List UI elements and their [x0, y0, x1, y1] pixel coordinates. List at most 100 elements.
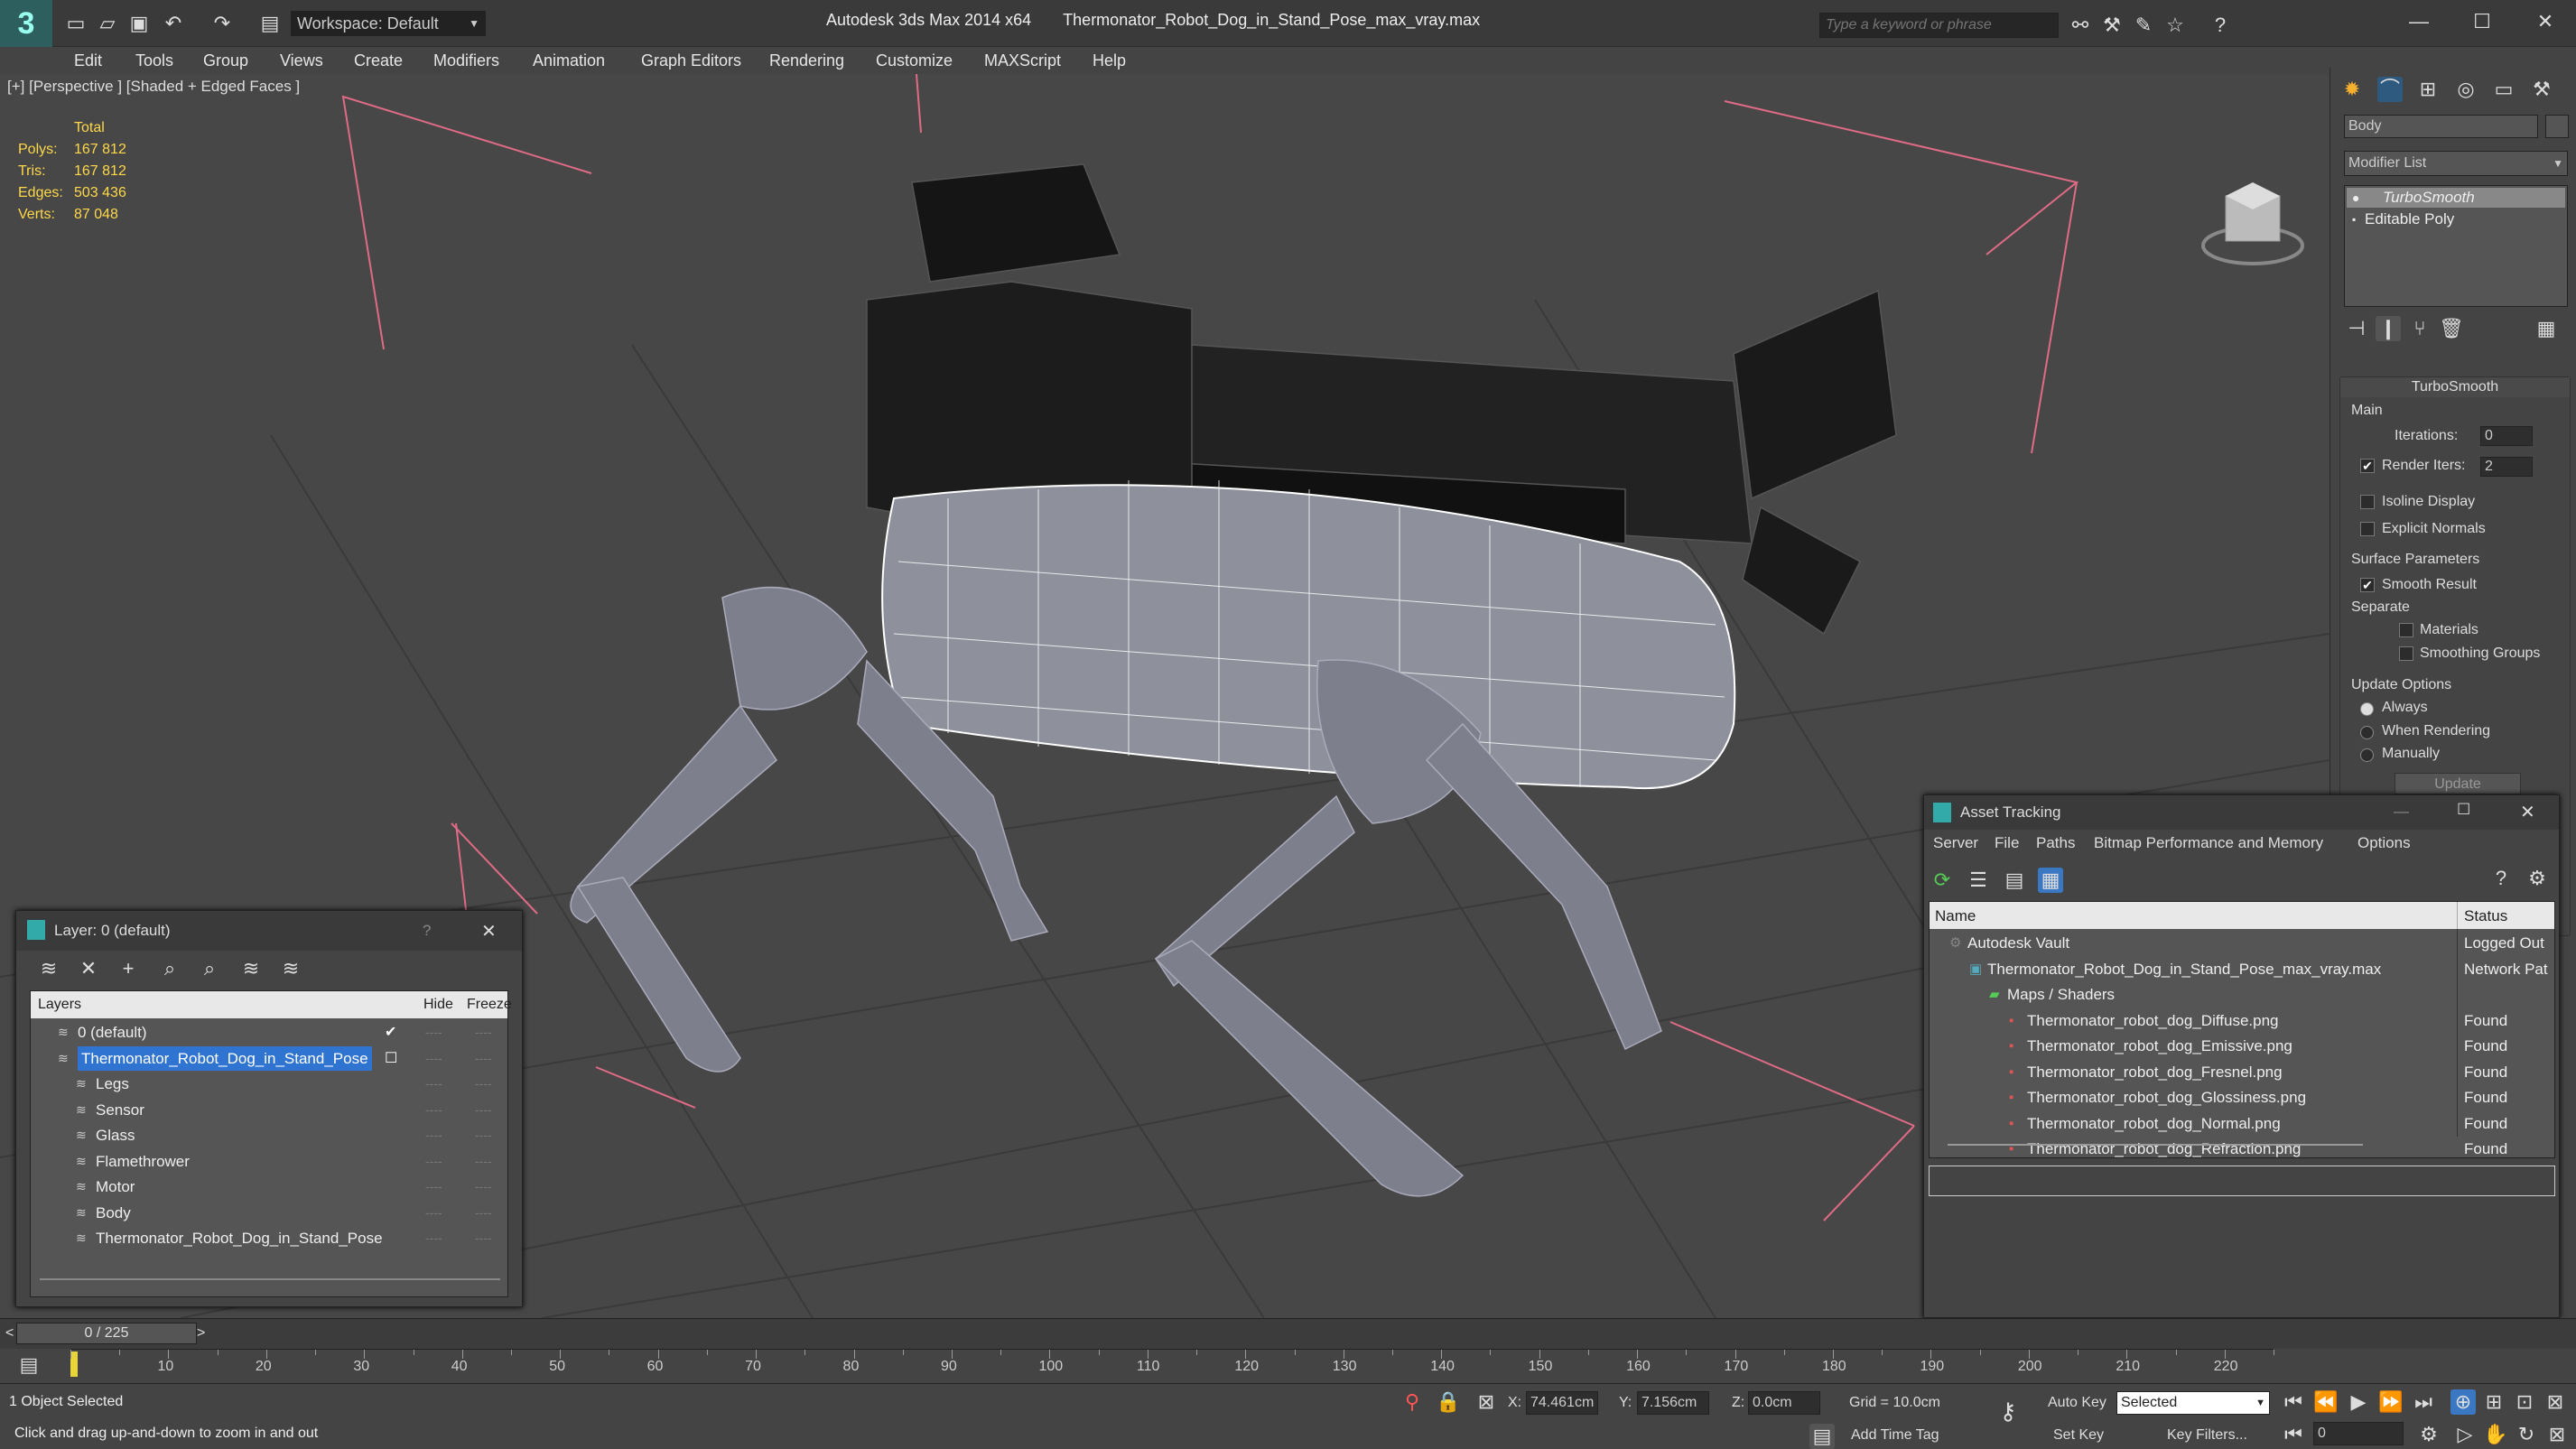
- hide-toggle[interactable]: ----: [425, 1072, 442, 1096]
- add-to-layer-icon[interactable]: +: [116, 956, 141, 981]
- col-name[interactable]: Name: [1935, 907, 1976, 925]
- minimize-icon[interactable]: —: [2394, 803, 2409, 821]
- time-slider-prev[interactable]: <: [5, 1325, 14, 1342]
- menu-help[interactable]: Help: [1093, 47, 1126, 74]
- favorites-star-icon[interactable]: ☆: [2162, 13, 2188, 38]
- play-icon[interactable]: ▶: [2346, 1389, 2371, 1415]
- display-tab-icon[interactable]: ▭: [2491, 77, 2516, 102]
- track-bar[interactable]: ▤ 10 20 30 40 50 60 70 80 90 100 110 120 130 140 150 16…: [0, 1349, 2576, 1383]
- close-icon[interactable]: ✕: [481, 920, 497, 943]
- layer-row[interactable]: ≋ Legs ---- ----: [33, 1072, 506, 1096]
- modifier-list-dropdown[interactable]: Modifier List ▼: [2344, 151, 2568, 176]
- minimize-icon[interactable]: —: [2406, 9, 2432, 34]
- current-frame-field[interactable]: 0: [2313, 1422, 2404, 1445]
- layer-row[interactable]: ≋ Glass ---- ----: [33, 1123, 506, 1147]
- menu-modifiers[interactable]: Modifiers: [433, 47, 499, 74]
- field-of-view-icon[interactable]: ▷: [2452, 1422, 2478, 1447]
- stack-item-editable-poly[interactable]: ▪ Editable Poly: [2347, 209, 2565, 229]
- horizontal-scrollbar[interactable]: [40, 1278, 500, 1291]
- freeze-toggle[interactable]: ----: [475, 1020, 492, 1045]
- freeze-toggle[interactable]: ----: [475, 1201, 492, 1225]
- create-tab-icon[interactable]: ✹: [2339, 77, 2365, 102]
- key-filters-button[interactable]: Key Filters...: [2167, 1427, 2247, 1444]
- menu-rendering[interactable]: Rendering: [769, 47, 844, 74]
- menu-views[interactable]: Views: [280, 47, 323, 74]
- selection-lock-icon[interactable]: 🔒: [1436, 1389, 1461, 1415]
- community-icon[interactable]: ✎: [2131, 13, 2156, 38]
- layer-row[interactable]: ≋ Thermonator_Robot_Dog_in_Stand_Pose ☐ ---…: [33, 1045, 506, 1071]
- update-button[interactable]: Update: [2395, 773, 2521, 794]
- open-file-icon[interactable]: ▱: [95, 11, 120, 36]
- menu-tools[interactable]: Tools: [135, 47, 173, 74]
- zoom-icon[interactable]: ⊕: [2450, 1389, 2476, 1415]
- create-layer-icon[interactable]: ≋: [36, 956, 61, 981]
- freeze-toggle[interactable]: ----: [475, 1175, 492, 1199]
- menu-group[interactable]: Group: [203, 47, 248, 74]
- add-time-tag-label[interactable]: Add Time Tag: [1851, 1427, 1939, 1444]
- set-key-icon[interactable]: ⚷: [1995, 1398, 2021, 1424]
- horizontal-scrollbar[interactable]: [1948, 1144, 2363, 1153]
- motion-tab-icon[interactable]: ◎: [2453, 77, 2478, 102]
- manually-radio[interactable]: [2360, 748, 2374, 762]
- hide-toggle[interactable]: ----: [425, 1175, 442, 1199]
- y-coordinate-field[interactable]: 7.156cm: [1637, 1391, 1709, 1415]
- render-iters-spinner[interactable]: 2: [2480, 457, 2533, 477]
- viewport-label[interactable]: [+] [Perspective ] [Shaded + Edged Faces…: [7, 78, 300, 96]
- z-coordinate-field[interactable]: 0.0cm: [1748, 1391, 1820, 1415]
- time-config-icon[interactable]: ⚙: [2416, 1422, 2441, 1447]
- menu-graph-editors[interactable]: Graph Editors: [641, 47, 741, 74]
- time-slider-next[interactable]: >: [197, 1325, 205, 1342]
- materials-checkbox[interactable]: [2399, 623, 2413, 637]
- save-file-icon[interactable]: ▣: [126, 11, 152, 36]
- col-freeze[interactable]: Freeze: [467, 997, 512, 1013]
- isoline-display-checkbox[interactable]: [2360, 495, 2375, 509]
- freeze-toggle[interactable]: ----: [475, 1149, 492, 1174]
- maximize-icon[interactable]: ☐: [2457, 801, 2470, 819]
- isolate-selection-icon[interactable]: ⚲: [1400, 1389, 1425, 1415]
- configure-sets-icon[interactable]: ▦: [2534, 316, 2559, 341]
- layer-row[interactable]: ≋ Body ---- ----: [33, 1201, 506, 1225]
- make-unique-icon[interactable]: ⑂: [2407, 316, 2432, 341]
- render-iters-checkbox[interactable]: ✔: [2360, 459, 2375, 473]
- time-slider-thumb[interactable]: 0 / 225: [16, 1323, 197, 1344]
- menu-animation[interactable]: Animation: [533, 47, 605, 74]
- menu-server[interactable]: Server: [1933, 830, 1978, 857]
- maximize-icon[interactable]: ☐: [2469, 9, 2495, 34]
- hierarchy-tab-icon[interactable]: ⊞: [2415, 77, 2441, 102]
- help-icon[interactable]: ?: [2488, 866, 2514, 891]
- hide-toggle[interactable]: ----: [425, 1201, 442, 1225]
- tools-icon[interactable]: ⚒: [2099, 13, 2125, 38]
- select-objects-icon[interactable]: ⌕: [157, 956, 182, 981]
- rollout-title[interactable]: TurboSmooth: [2340, 377, 2570, 397]
- asset-row[interactable]: ▣ Thermonator_Robot_Dog_in_Stand_Pose_max…: [1930, 957, 2553, 981]
- freeze-toggle[interactable]: ----: [475, 1123, 492, 1147]
- menu-paths[interactable]: Paths: [2036, 830, 2075, 857]
- menu-options[interactable]: Options: [2357, 830, 2411, 857]
- next-frame-icon[interactable]: ⏩: [2378, 1389, 2404, 1415]
- smooth-result-checkbox[interactable]: ✔: [2360, 578, 2375, 592]
- col-layers[interactable]: Layers: [38, 997, 81, 1013]
- orbit-icon[interactable]: ↻: [2514, 1422, 2539, 1447]
- object-color-swatch[interactable]: [2545, 115, 2569, 138]
- hide-toggle[interactable]: ----: [425, 1123, 442, 1147]
- menu-edit[interactable]: Edit: [74, 47, 102, 74]
- curve-editor-icon[interactable]: ▤: [16, 1352, 42, 1378]
- freeze-toggle[interactable]: ----: [475, 1046, 492, 1071]
- asset-tracking-titlebar[interactable]: Asset Tracking — ☐ ✕: [1924, 795, 2559, 830]
- utilities-tab-icon[interactable]: ⚒: [2529, 77, 2554, 102]
- col-hide[interactable]: Hide: [423, 997, 453, 1013]
- close-icon[interactable]: ✕: [2533, 9, 2558, 34]
- binoculars-icon[interactable]: ⚯: [2068, 13, 2093, 38]
- help-icon[interactable]: ?: [423, 922, 431, 940]
- asset-row[interactable]: ▪ Thermonator_robot_dog_Diffuse.png Found: [1930, 1008, 2553, 1033]
- set-key-button[interactable]: Set Key: [2053, 1427, 2104, 1444]
- asset-row[interactable]: ▪ Thermonator_robot_dog_Emissive.png Found: [1930, 1034, 2553, 1058]
- layer-row[interactable]: ≋ Sensor ---- ----: [33, 1098, 506, 1122]
- freeze-toggle[interactable]: ----: [475, 1226, 492, 1250]
- remove-modifier-icon[interactable]: 🗑: [2439, 316, 2464, 341]
- freeze-toggle[interactable]: ----: [475, 1098, 492, 1122]
- menu-customize[interactable]: Customize: [876, 47, 953, 74]
- smoothing-groups-checkbox[interactable]: [2399, 646, 2413, 661]
- maximize-viewport-icon[interactable]: ⊠: [2543, 1389, 2568, 1415]
- undo-icon[interactable]: ↶: [161, 11, 186, 36]
